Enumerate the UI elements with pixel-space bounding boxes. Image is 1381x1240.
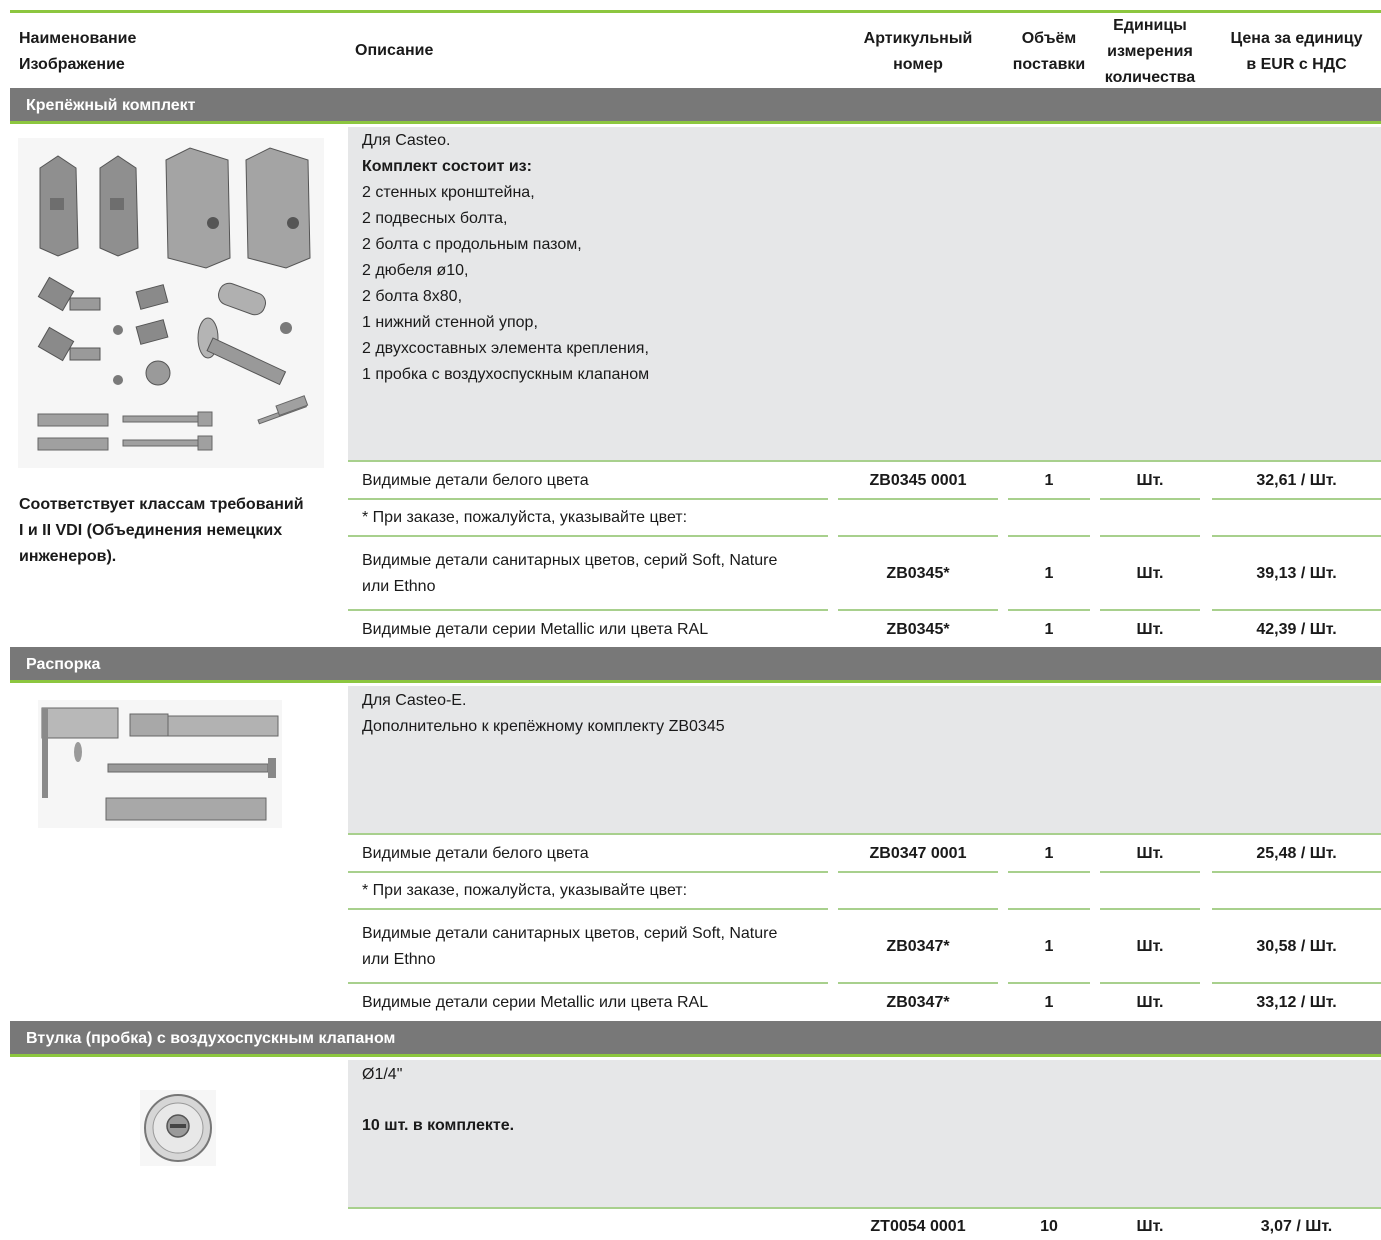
header-article-number: Артикульный номер xyxy=(863,30,973,73)
row-price: 25,48 / Шт. xyxy=(1256,845,1337,862)
mounting-kit-image xyxy=(18,138,324,468)
row-divider xyxy=(348,1207,1381,1209)
row-divider xyxy=(1008,908,1090,910)
row-unit: Шт. xyxy=(1136,994,1164,1011)
row-qty: 10 xyxy=(1040,1218,1058,1235)
row-divider xyxy=(838,609,998,611)
row-divider xyxy=(1212,871,1381,873)
row-divider xyxy=(1100,609,1200,611)
row-divider xyxy=(1212,982,1381,984)
row-divider xyxy=(838,535,998,537)
spacer-description: Для Casteo-E. Дополнительно к крепёжному… xyxy=(362,692,725,735)
row-divider xyxy=(838,871,998,873)
row-description: Видимые детали санитарных цветов, серий … xyxy=(362,925,778,968)
row-article: ZB0345* xyxy=(886,565,950,582)
section-title-spacer: Распорка xyxy=(10,647,1381,683)
row-divider xyxy=(1100,982,1200,984)
air-vent-plug-image xyxy=(140,1090,216,1166)
header-price: Цена за единицу в EUR с НДС xyxy=(1230,30,1363,73)
plug-pack-count: 10 шт. в комплекте. xyxy=(362,1117,515,1134)
header-name-image: Наименование Изображение xyxy=(19,30,137,73)
row-divider xyxy=(838,908,998,910)
row-divider xyxy=(1212,609,1381,611)
row-divider xyxy=(838,498,998,500)
row-article: ZT0054 0001 xyxy=(870,1218,966,1235)
plug-size: Ø1/4" xyxy=(362,1066,403,1083)
row-price: 32,61 / Шт. xyxy=(1256,472,1337,489)
row-description: Видимые детали санитарных цветов, серий … xyxy=(362,552,778,595)
row-divider xyxy=(348,609,828,611)
row-qty: 1 xyxy=(1044,994,1054,1011)
row-article: ZB0345* xyxy=(886,621,950,638)
row-description: Видимые детали серии Metallic или цвета … xyxy=(362,621,709,638)
row-unit: Шт. xyxy=(1136,938,1164,955)
row-price: 42,39 / Шт. xyxy=(1256,621,1337,638)
row-divider xyxy=(348,535,828,537)
row-qty: 1 xyxy=(1044,565,1054,582)
row-divider xyxy=(1008,535,1090,537)
vdi-compliance-note: Соответствует классам требований I и II … xyxy=(19,496,304,565)
row-unit: Шт. xyxy=(1136,565,1164,582)
row-divider xyxy=(1008,609,1090,611)
row-unit: Шт. xyxy=(1136,1218,1164,1235)
row-divider xyxy=(348,871,828,873)
row-description: Видимые детали белого цвета xyxy=(362,845,589,862)
row-description: Видимые детали серии Metallic или цвета … xyxy=(362,994,709,1011)
header-delivery-volume: Объём поставки xyxy=(1012,30,1086,73)
color-order-note: * При заказе, пожалуйста, указывайте цве… xyxy=(362,509,688,526)
row-divider xyxy=(348,498,828,500)
row-divider xyxy=(1100,871,1200,873)
header-unit: Единицы измерения количества xyxy=(1104,17,1196,86)
row-divider xyxy=(1008,871,1090,873)
row-article: ZB0347* xyxy=(886,938,950,955)
row-price: 39,13 / Шт. xyxy=(1256,565,1337,582)
row-price: 30,58 / Шт. xyxy=(1256,938,1337,955)
row-divider xyxy=(838,982,998,984)
row-unit: Шт. xyxy=(1136,845,1164,862)
row-divider xyxy=(1212,908,1381,910)
row-unit: Шт. xyxy=(1136,472,1164,489)
row-qty: 1 xyxy=(1044,472,1054,489)
header-description: Описание xyxy=(355,42,434,59)
row-divider xyxy=(1100,498,1200,500)
row-price: 33,12 / Шт. xyxy=(1256,994,1337,1011)
row-article: ZB0347* xyxy=(886,994,950,1011)
color-order-note: * При заказе, пожалуйста, указывайте цве… xyxy=(362,882,688,899)
row-qty: 1 xyxy=(1044,845,1054,862)
spacer-image xyxy=(38,700,282,828)
row-divider xyxy=(348,833,1381,835)
section-title-mounting-kit: Крепёжный комплект xyxy=(10,88,1381,124)
row-divider xyxy=(348,460,1381,462)
row-divider xyxy=(1008,982,1090,984)
row-article: ZB0347 0001 xyxy=(869,845,967,862)
row-qty: 1 xyxy=(1044,621,1054,638)
row-unit: Шт. xyxy=(1136,621,1164,638)
row-article: ZB0345 0001 xyxy=(869,472,967,489)
section-title-air-vent-plug: Втулка (пробка) с воздухоспускным клапан… xyxy=(10,1021,1381,1057)
row-price: 3,07 / Шт. xyxy=(1260,1218,1333,1235)
row-qty: 1 xyxy=(1044,938,1054,955)
row-divider xyxy=(1008,498,1090,500)
row-divider xyxy=(348,908,828,910)
row-divider xyxy=(1212,498,1381,500)
row-divider xyxy=(348,982,828,984)
row-description: Видимые детали белого цвета xyxy=(362,472,589,489)
mounting-kit-description: Для Casteo. Комплект состоит из: 2 стенн… xyxy=(362,132,650,383)
row-divider xyxy=(1100,908,1200,910)
row-divider xyxy=(1212,535,1381,537)
row-divider xyxy=(1100,535,1200,537)
